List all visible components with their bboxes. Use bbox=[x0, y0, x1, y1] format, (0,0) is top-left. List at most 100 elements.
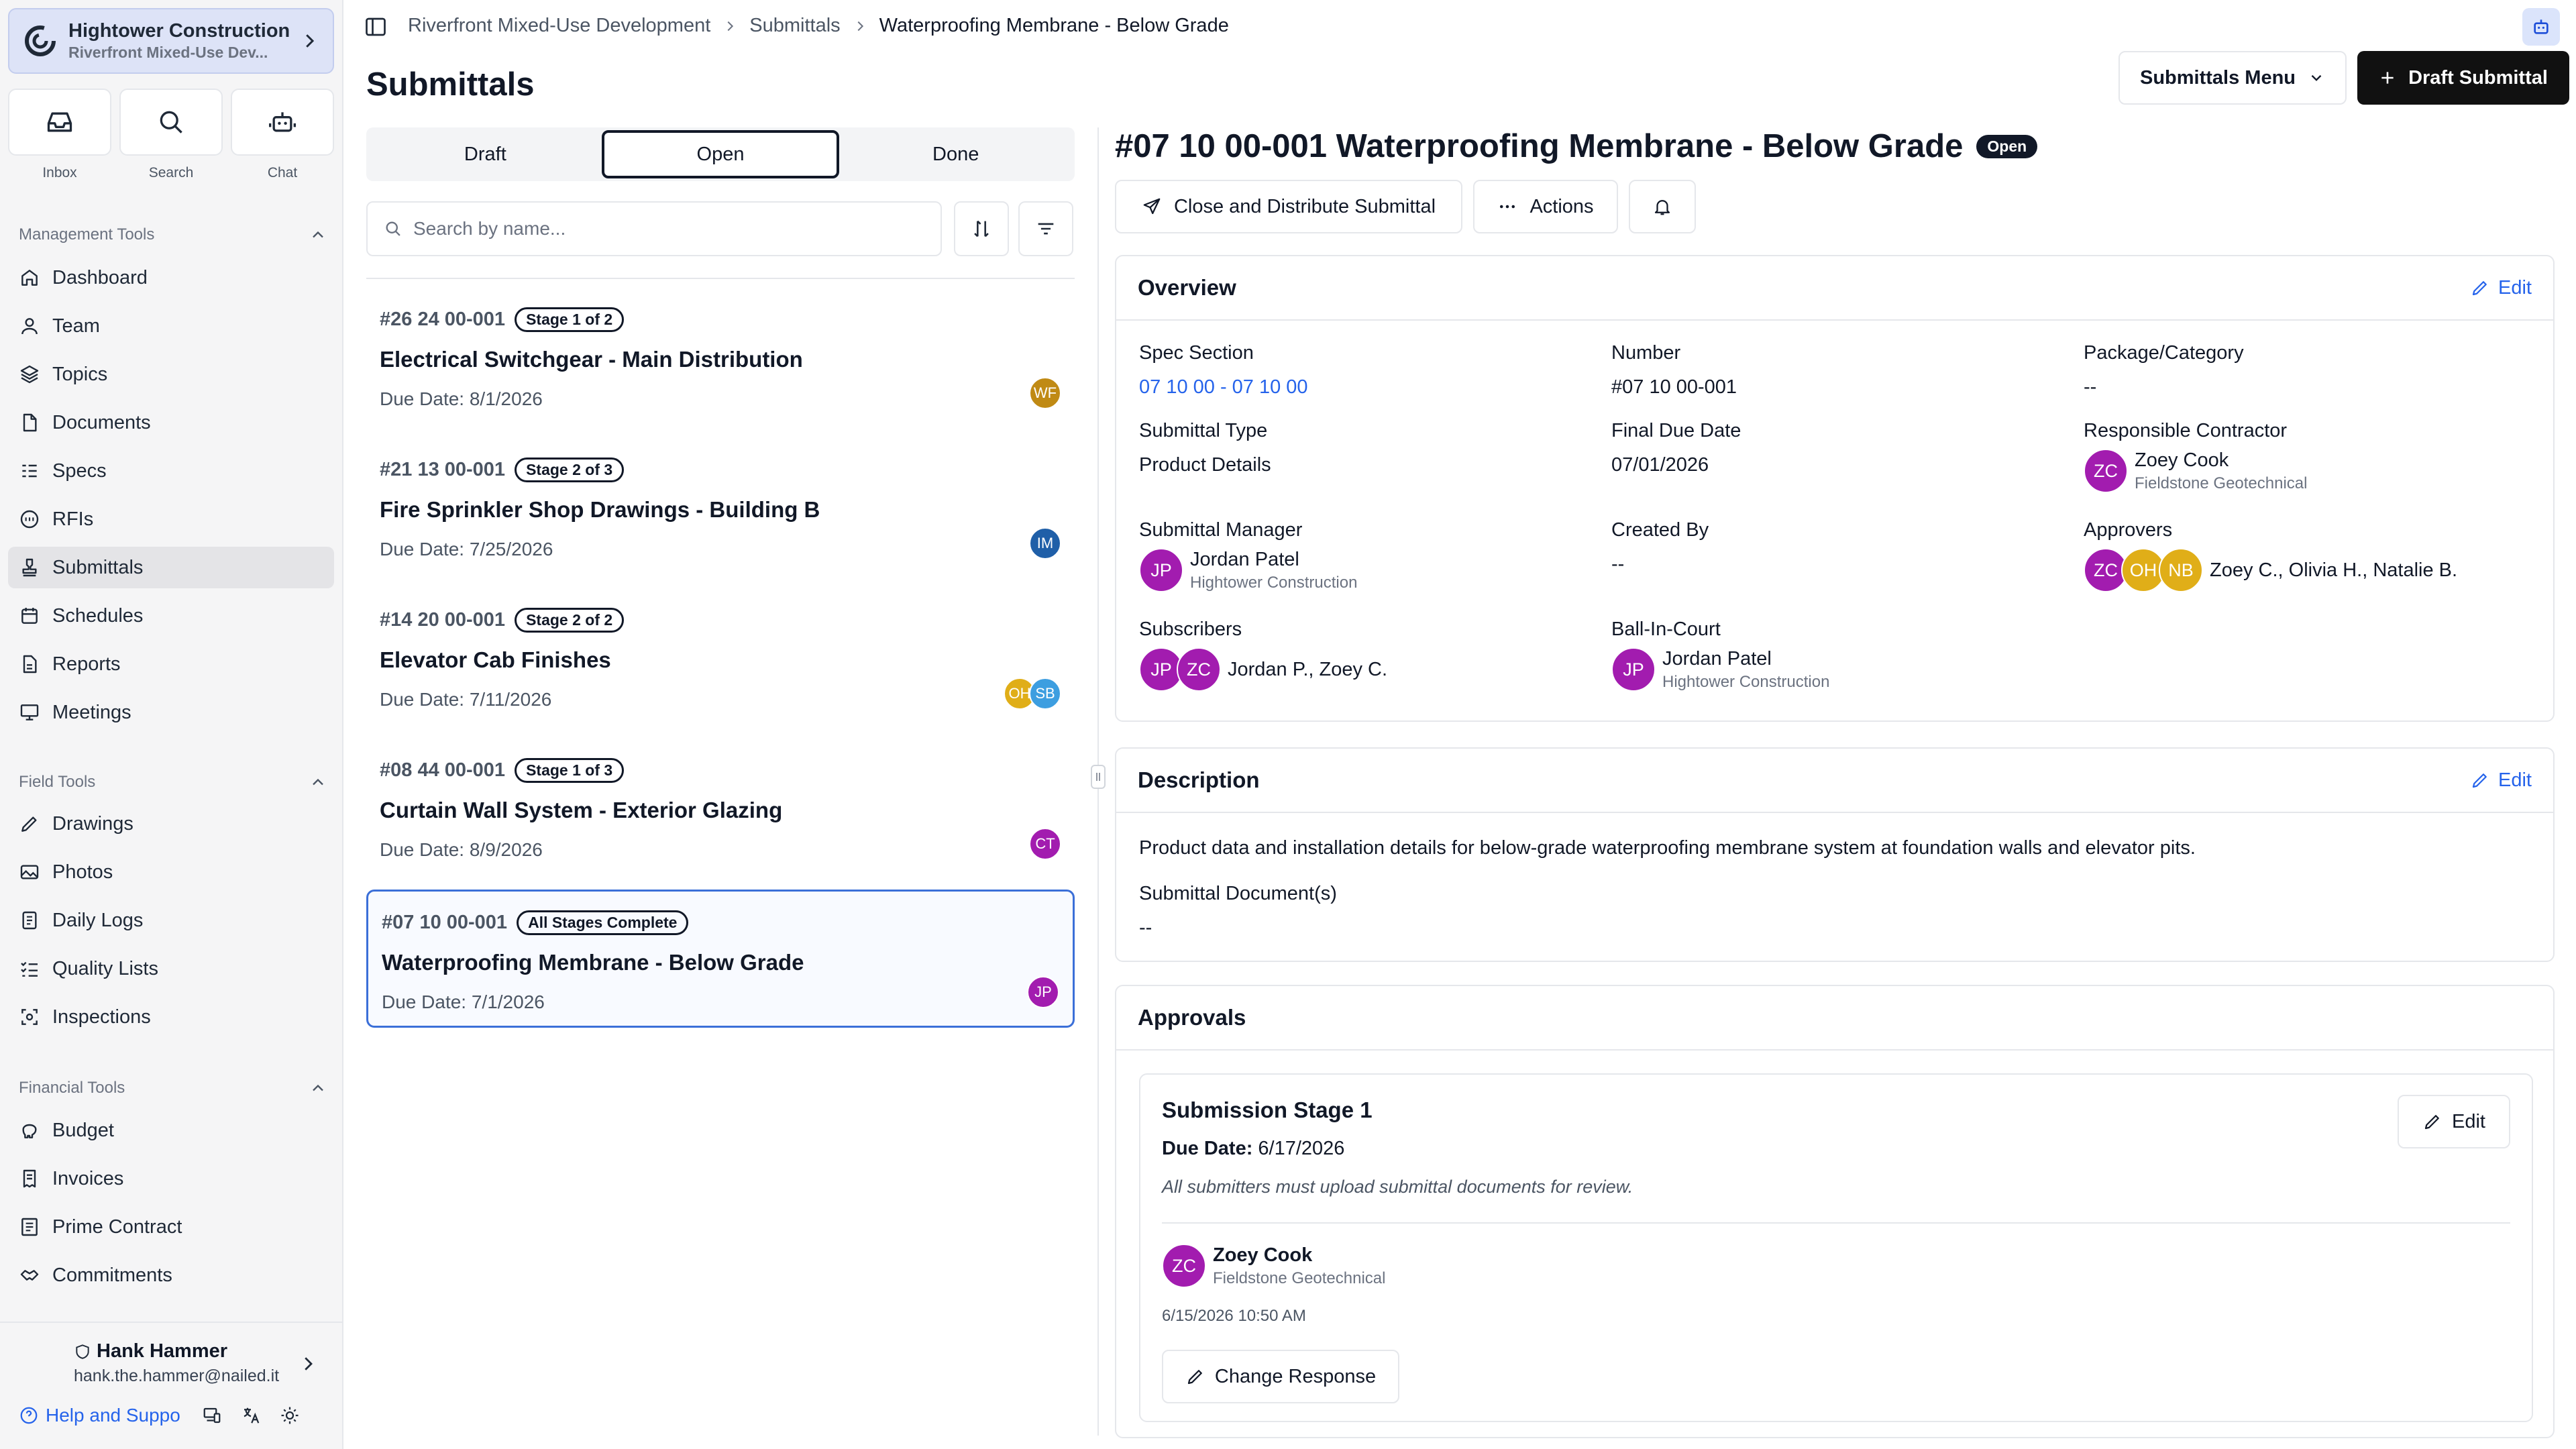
sidebar-item-label: Reports bbox=[52, 653, 121, 675]
home-icon bbox=[21, 270, 38, 286]
sidebar-item-submittals[interactable]: Submittals bbox=[8, 547, 334, 588]
section-financial-tools[interactable]: Financial Tools bbox=[19, 1075, 327, 1102]
sidebar-item-label: Budget bbox=[52, 1119, 114, 1141]
submittal-title: Elevator Cab Finishes bbox=[380, 647, 611, 672]
sidebar-item-team[interactable]: Team bbox=[8, 305, 334, 347]
sort-button[interactable] bbox=[954, 201, 1009, 256]
avatar: JP bbox=[1027, 976, 1059, 1008]
notifications-button[interactable] bbox=[1629, 180, 1696, 233]
sidebar-item-commitments[interactable]: Commitments bbox=[8, 1254, 334, 1296]
stage-edit-button[interactable]: Edit bbox=[2398, 1095, 2510, 1148]
breadcrumb-project[interactable]: Riverfront Mixed-Use Development bbox=[408, 15, 710, 37]
response-timestamp: 6/15/2026 10:50 AM bbox=[1162, 1307, 1306, 1325]
sidebar-item-dashboard[interactable]: Dashboard bbox=[8, 257, 334, 299]
assistant-button[interactable] bbox=[2522, 8, 2560, 46]
sidebar-item-topics[interactable]: Topics bbox=[8, 354, 334, 395]
bot-icon bbox=[2534, 19, 2548, 34]
stage-badge: Stage 2 of 2 bbox=[515, 608, 625, 633]
sidebar-item-label: Quality Lists bbox=[52, 957, 158, 979]
change-response-button[interactable]: Change Response bbox=[1162, 1350, 1399, 1403]
field-submittal-manager: Submittal Manager JP Jordan Patel Highto… bbox=[1139, 519, 1358, 592]
spec-section-link[interactable]: 07 10 00 - 07 10 00 bbox=[1139, 376, 1308, 398]
sidebar-item-label: Commitments bbox=[52, 1264, 172, 1286]
org-switcher[interactable]: Hightower Construction Riverfront Mixed-… bbox=[8, 8, 334, 74]
pencil-icon bbox=[1187, 1370, 1202, 1385]
quick-actions: Inbox Search Chat bbox=[8, 89, 334, 181]
theme-toggle-icon[interactable] bbox=[280, 1405, 300, 1426]
draft-label: Draft Submittal bbox=[2408, 66, 2548, 89]
submittal-number: #14 20 00-001 bbox=[380, 609, 506, 631]
stage-note: All submitters must upload submittal doc… bbox=[1162, 1177, 1633, 1197]
page-title: Submittals bbox=[366, 66, 535, 103]
stage-badge: Stage 2 of 3 bbox=[515, 458, 625, 482]
submittal-list-item[interactable]: #14 20 00-001 Stage 2 of 2 Elevator Cab … bbox=[366, 589, 1075, 727]
sidebar-item-label: Documents bbox=[52, 411, 151, 433]
submittal-due-date: Due Date: 7/11/2026 bbox=[380, 689, 552, 710]
sidebar-item-photos[interactable]: Photos bbox=[8, 851, 334, 893]
tab-done[interactable]: Done bbox=[839, 130, 1072, 178]
submittal-list-item[interactable]: #21 13 00-001 Stage 2 of 3 Fire Sprinkle… bbox=[366, 439, 1075, 577]
avatar: SB bbox=[1029, 678, 1061, 710]
stage-badge: Stage 1 of 2 bbox=[515, 307, 625, 332]
sidebar-item-rfis[interactable]: RFIs bbox=[8, 498, 334, 540]
sidebar-toggle-icon[interactable] bbox=[364, 15, 388, 39]
breadcrumb-section[interactable]: Submittals bbox=[749, 15, 840, 37]
sidebar-item-schedules[interactable]: Schedules bbox=[8, 595, 334, 637]
overview-edit-button[interactable]: Edit bbox=[2470, 277, 2532, 299]
sidebar-item-quality-lists[interactable]: Quality Lists bbox=[8, 948, 334, 989]
submittal-list-item-selected[interactable]: #07 10 00-001 All Stages Complete Waterp… bbox=[366, 890, 1075, 1028]
devices-icon[interactable] bbox=[202, 1405, 222, 1426]
stage-due-date: Due Date: 6/17/2026 bbox=[1162, 1138, 1345, 1159]
quick-action-chat[interactable]: Chat bbox=[231, 89, 334, 181]
responder: ZC Zoey Cook Fieldstone Geotechnical bbox=[1162, 1244, 1385, 1288]
user-icon bbox=[21, 318, 38, 335]
sidebar-item-prime-contract[interactable]: Prime Contract bbox=[8, 1206, 334, 1248]
quick-action-inbox[interactable]: Inbox bbox=[8, 89, 111, 181]
sidebar-item-invoices[interactable]: Invoices bbox=[8, 1158, 334, 1199]
menu-label: Submittals Menu bbox=[2139, 66, 2296, 89]
sidebar-item-label: Specs bbox=[52, 460, 107, 482]
sidebar-item-meetings[interactable]: Meetings bbox=[8, 692, 334, 733]
translate-icon[interactable] bbox=[241, 1405, 261, 1426]
field-subscribers: Subscribers JP ZC Jordan P., Zoey C. bbox=[1139, 619, 1387, 692]
actions-button[interactable]: Actions bbox=[1473, 180, 1618, 233]
submittal-list-item[interactable]: #26 24 00-001 Stage 1 of 2 Electrical Sw… bbox=[366, 288, 1075, 427]
sidebar-item-drawings[interactable]: Drawings bbox=[8, 803, 334, 845]
search-input[interactable]: Search by name... bbox=[413, 218, 566, 239]
user-account[interactable]: Hank Hammer hank.the.hammer@nailed.it He… bbox=[0, 1322, 342, 1449]
section-field-tools[interactable]: Field Tools bbox=[19, 769, 327, 796]
sidebar-item-inspections[interactable]: Inspections bbox=[8, 996, 334, 1038]
sidebar-item-specs[interactable]: Specs bbox=[8, 450, 334, 492]
quick-action-search[interactable]: Search bbox=[119, 89, 223, 181]
description-edit-button[interactable]: Edit bbox=[2470, 769, 2532, 792]
submittal-number: #07 10 00-001 bbox=[382, 912, 508, 933]
submittals-menu-button[interactable]: Submittals Menu bbox=[2118, 51, 2347, 105]
field-created-by: Created By -- bbox=[1611, 519, 1709, 575]
submittal-title: Electrical Switchgear - Main Distributio… bbox=[380, 347, 803, 372]
filter-button[interactable] bbox=[1018, 201, 1073, 256]
section-management-tools[interactable]: Management Tools bbox=[19, 221, 327, 248]
search-field[interactable]: Search by name... bbox=[366, 201, 942, 256]
overview-card: Overview Edit Spec Section 07 10 00 - 07… bbox=[1115, 255, 2555, 722]
divider bbox=[1162, 1222, 2510, 1224]
help-and-support-link[interactable]: Help and Suppo bbox=[19, 1405, 180, 1426]
field-approvers: Approvers ZC OH NB Zoey C., Olivia H., N… bbox=[2084, 519, 2457, 592]
sidebar-item-label: Daily Logs bbox=[52, 909, 144, 931]
field-submittal-type: Submittal Type Product Details bbox=[1139, 420, 1271, 476]
resize-handle-icon[interactable] bbox=[1091, 765, 1106, 789]
sidebar-item-documents[interactable]: Documents bbox=[8, 402, 334, 443]
checklist-icon bbox=[21, 961, 38, 977]
submittal-list-item[interactable]: #08 44 00-001 Stage 1 of 3 Curtain Wall … bbox=[366, 739, 1075, 877]
sidebar-item-reports[interactable]: Reports bbox=[8, 643, 334, 685]
tab-open[interactable]: Open bbox=[601, 130, 840, 178]
sidebar-item-daily-logs[interactable]: Daily Logs bbox=[8, 900, 334, 941]
submittal-number: #21 13 00-001 bbox=[380, 459, 506, 480]
avatar: CT bbox=[1029, 828, 1061, 860]
actions-label: Actions bbox=[1529, 195, 1594, 217]
org-logo-icon bbox=[25, 25, 56, 56]
sidebar-item-budget[interactable]: Budget bbox=[8, 1110, 334, 1151]
tab-draft[interactable]: Draft bbox=[369, 130, 602, 178]
close-and-distribute-button[interactable]: Close and Distribute Submittal bbox=[1115, 180, 1462, 233]
draft-submittal-button[interactable]: Draft Submittal bbox=[2357, 51, 2569, 105]
breadcrumb-current: Waterproofing Membrane - Below Grade bbox=[879, 15, 1229, 36]
